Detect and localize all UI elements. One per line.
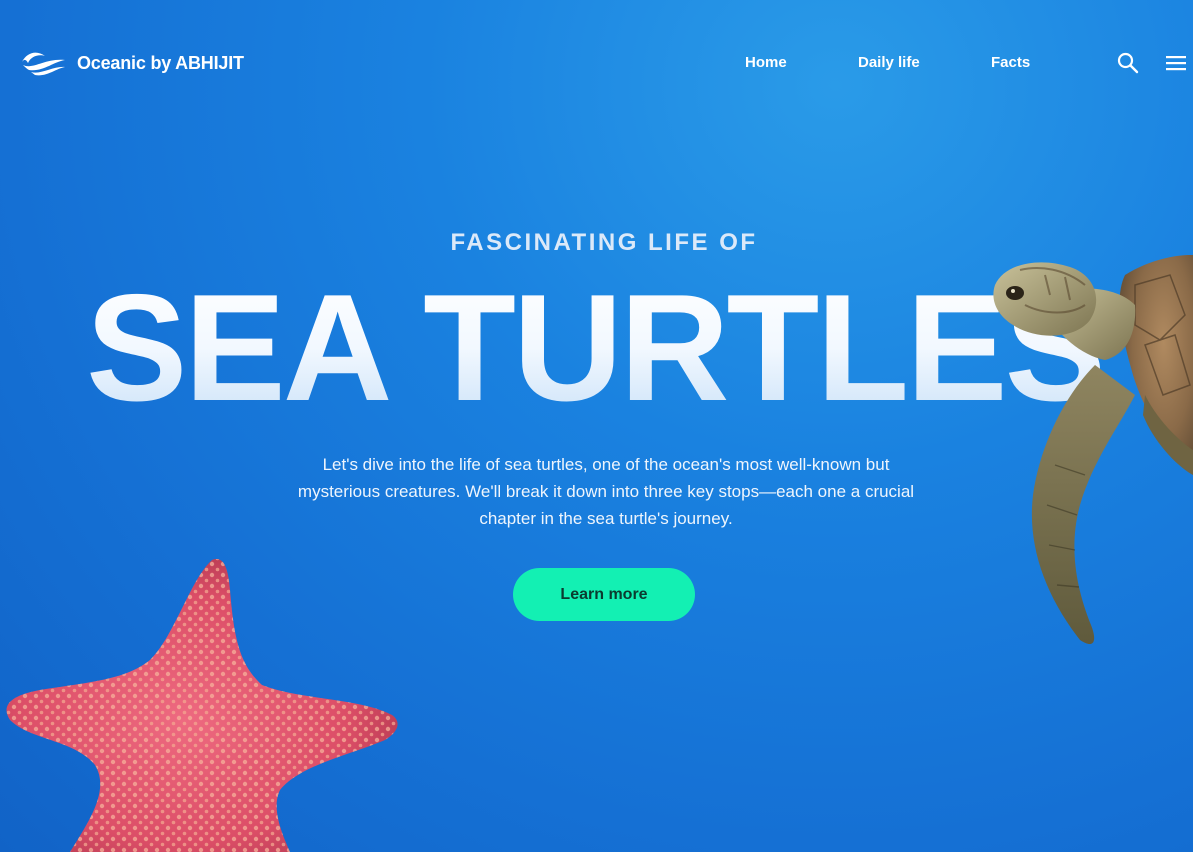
nav-link-facts[interactable]: Facts [991,52,1030,74]
nav-link-daily-life[interactable]: Daily life [858,52,920,74]
menu-button[interactable] [1165,54,1187,72]
nav-link-home[interactable]: Home [745,52,787,74]
hamburger-menu-icon [1166,56,1186,71]
search-icon [1117,52,1139,74]
sea-turtle-image [993,254,1193,645]
learn-more-button[interactable]: Learn more [513,568,695,621]
site-header: Oceanic by ABHIJIT Home Daily life Facts [0,0,1193,126]
starfish-image [6,559,398,852]
hero-description: Let's dive into the life of sea turtles,… [297,455,915,528]
main-nav: Home Daily life Facts [0,52,1193,76]
page: Oceanic by ABHIJIT Home Daily life Facts… [0,0,1193,852]
search-button[interactable] [1116,51,1140,75]
